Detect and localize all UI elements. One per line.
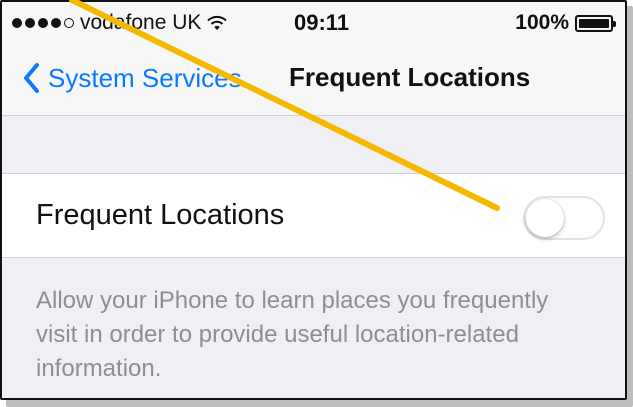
back-button[interactable]: System Services [22,62,242,94]
back-button-label: System Services [48,62,242,93]
settings-row-frequent-locations: Frequent Locations [2,173,625,258]
status-bar: vodafone UK 09:11 100% [2,2,625,42]
battery-percent: 100% [515,11,569,34]
carrier-indicator: vodafone UK [12,11,228,35]
settings-row-label: Frequent Locations [36,199,285,231]
status-time: 09:11 [294,10,350,35]
toggle-knob [526,199,564,237]
settings-footer-description: Allow your iPhone to learn places you fr… [36,287,549,382]
phone-screen: vodafone UK 09:11 100% System Services F… [0,0,627,400]
top-bar: vodafone UK 09:11 100% System Services F… [2,2,625,116]
navigation-bar: System Services Frequent Locations [2,50,625,110]
wifi-icon [207,15,228,30]
battery-icon [575,14,616,32]
battery-indicator: 100% [515,11,616,35]
signal-strength-icon [12,18,74,28]
page-title: Frequent Locations [289,62,531,92]
frequent-locations-toggle[interactable] [523,196,605,240]
chevron-left-icon [24,63,39,93]
carrier-name: vodafone UK [80,11,202,34]
